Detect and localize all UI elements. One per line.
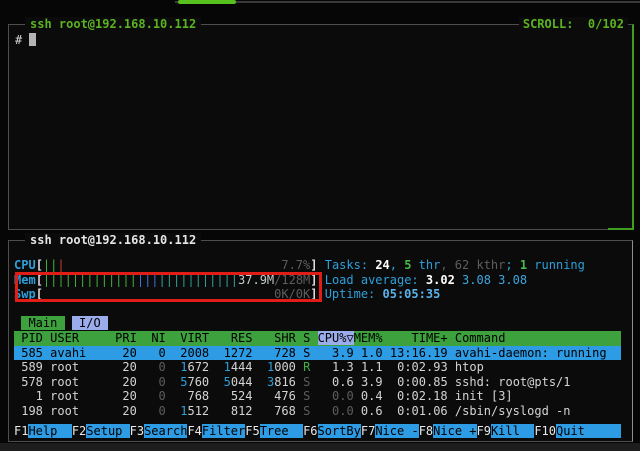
process-row[interactable]: 585 avahi 20 0 2008 1272 728 S 3.9 1.0 1…	[14, 346, 621, 361]
htop-tab-bar: Main I/O	[14, 316, 626, 331]
screen-bottom-strip	[0, 443, 640, 451]
column-header-time[interactable]: TIME+	[390, 331, 448, 345]
shell-prompt: #	[15, 33, 22, 47]
blank-line	[14, 302, 626, 317]
process-table-header: PID USER PRI NI VIRT RES SHR S CPU%▽MEM%…	[14, 331, 621, 346]
fkey-f6[interactable]: F6SortBy	[303, 424, 361, 438]
column-header-virt[interactable]: VIRT	[173, 331, 209, 345]
column-header-user[interactable]: USER	[50, 331, 115, 345]
fkey-f7[interactable]: F7Nice -	[361, 424, 419, 438]
tab-io[interactable]: I/O	[72, 316, 108, 330]
fkey-f1[interactable]: F1Help	[14, 424, 72, 438]
fkey-f2[interactable]: F2Setup	[72, 424, 130, 438]
htop-pane-title: ssh root@192.168.10.112	[25, 233, 201, 247]
shell-pane-title: ssh root@192.168.10.112	[25, 17, 201, 31]
video-progress-track	[175, 1, 640, 3]
column-header-res[interactable]: RES	[216, 331, 252, 345]
video-progress-bar	[178, 0, 236, 4]
column-header-pri[interactable]: PRI	[115, 331, 137, 345]
terminal-cursor	[29, 33, 36, 46]
fkey-f9[interactable]: F9Kill	[477, 424, 535, 438]
process-row[interactable]: 578 root 20 0 5760 5044 3816 S 0.6 3.9 0…	[14, 375, 626, 390]
process-row[interactable]: 1 root 20 0 768 524 476 S 0.0 0.4 0:02.1…	[14, 389, 626, 404]
cpu-meter: CPU[||| 7.7%] Tasks: 24, 5 thr, 62 kthr;…	[14, 258, 626, 273]
shell-pane: ssh root@192.168.10.112 SCROLL: 0/102 #	[8, 24, 634, 230]
column-header-shr[interactable]: SHR	[260, 331, 296, 345]
fkey-f3[interactable]: F3Search	[130, 424, 188, 438]
process-row[interactable]: 198 root 20 0 1512 812 768 S 0.0 0.6 0:0…	[14, 404, 626, 419]
column-header-mem[interactable]: MEM%	[354, 331, 383, 345]
mem-meter: Mem[|||||||||||||||||||||||||||37.9M/128…	[14, 273, 626, 288]
column-header-pid[interactable]: PID	[14, 331, 43, 345]
scroll-indicator: SCROLL: 0/102	[519, 17, 628, 31]
fkey-f4[interactable]: F4Filter	[187, 424, 245, 438]
column-header-ni[interactable]: NI	[144, 331, 166, 345]
htop-pane: ssh root@192.168.10.112 CPU[||| 7.7%] Ta…	[8, 240, 633, 442]
column-header-cpu[interactable]: CPU%▽	[318, 331, 354, 345]
active-pane-border-marker	[608, 228, 634, 230]
fkey-f5[interactable]: F5Tree	[245, 424, 303, 438]
fkey-f10[interactable]: F10Quit	[534, 424, 621, 438]
shell-prompt-line[interactable]: #	[15, 33, 36, 47]
fkey-f8[interactable]: F8Nice +	[419, 424, 477, 438]
column-header-cmd[interactable]: Command	[455, 331, 506, 345]
htop-screen: CPU[||| 7.7%] Tasks: 24, 5 thr, 62 kthr;…	[14, 258, 626, 419]
tab-main[interactable]: Main	[21, 316, 64, 330]
function-key-bar: F1Help F2Setup F3SearchF4FilterF5Tree F6…	[14, 424, 621, 438]
process-row[interactable]: 589 root 20 0 1672 1444 1000 R 1.3 1.1 0…	[14, 360, 626, 375]
swp-meter: Swp[ 0K/0K] Uptime: 05:05:35	[14, 287, 626, 302]
